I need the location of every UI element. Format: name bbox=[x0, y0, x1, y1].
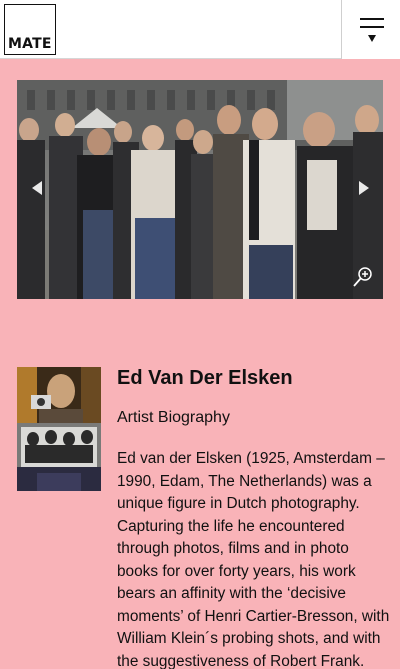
bio-line: 1990, Edam, The Netherlands) was a bbox=[117, 472, 372, 490]
site-header: MATE bbox=[0, 0, 400, 59]
hamburger-menu-icon bbox=[360, 18, 384, 20]
logo-text: MATE bbox=[8, 36, 52, 52]
mate-logo[interactable]: MATE bbox=[4, 4, 56, 55]
bio-line: the suggestiveness of Robert Frank. bbox=[117, 652, 365, 669]
group-photo-image bbox=[17, 80, 383, 299]
artist-portrait-image bbox=[17, 367, 101, 491]
bio-line: through photos, films and in photo bbox=[117, 540, 349, 557]
bio-line: William Klein´s probing shots, and with bbox=[117, 630, 381, 647]
bio-line: moments’ of Henri Cartier-Bresson, with bbox=[117, 607, 390, 625]
menu-button[interactable] bbox=[341, 0, 400, 59]
zoom-in-icon[interactable] bbox=[352, 266, 374, 288]
artist-portrait-thumbnail[interactable] bbox=[17, 367, 101, 491]
bio-line: Capturing the life he encountered bbox=[117, 517, 345, 535]
bio-line: Ed van der Elsken (1925, Amsterdam – bbox=[117, 450, 385, 467]
hero-photo[interactable] bbox=[17, 80, 383, 299]
dropdown-triangle-icon bbox=[368, 35, 376, 42]
artist-biography-heading: Artist Biography bbox=[117, 409, 230, 426]
bio-line: unique figure in Dutch photography. bbox=[117, 495, 360, 512]
chevron-right-icon[interactable] bbox=[357, 180, 371, 196]
hamburger-menu-icon-bar bbox=[360, 26, 384, 28]
artist-biography-text: Ed van der Elsken (1925, Amsterdam – 199… bbox=[117, 448, 390, 669]
artist-name: Ed Van Der Elsken bbox=[117, 367, 293, 389]
bio-line: bears an affinity with the ‘decisive bbox=[117, 585, 346, 602]
bio-line: books for over forty years, his work bbox=[117, 562, 356, 580]
chevron-left-icon[interactable] bbox=[30, 180, 44, 196]
